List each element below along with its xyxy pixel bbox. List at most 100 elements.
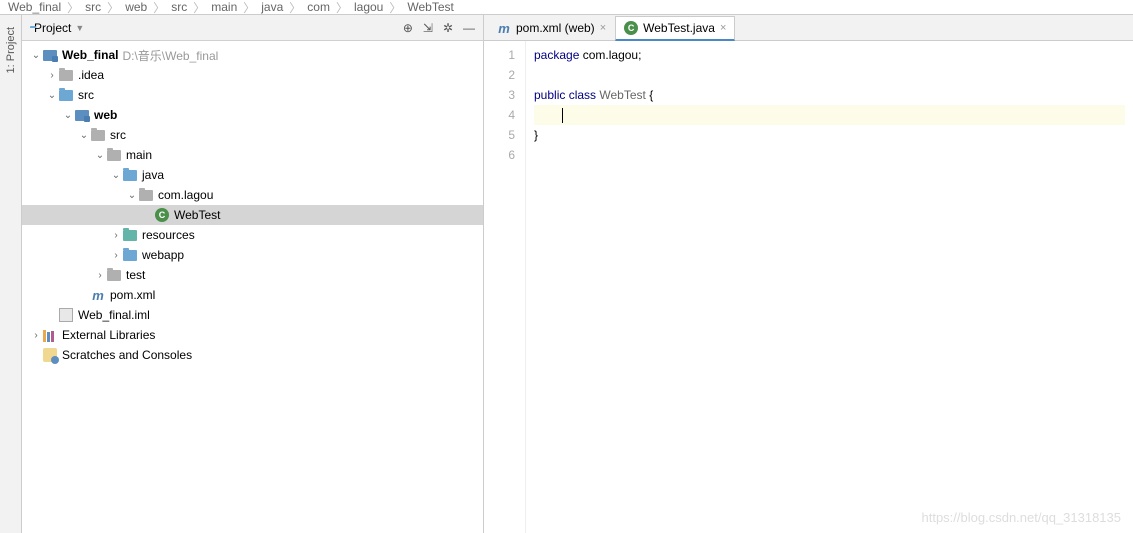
folder-icon <box>122 227 138 243</box>
code-line[interactable] <box>534 65 1125 85</box>
maven-icon: m <box>497 21 511 35</box>
tree-item-label: test <box>126 268 145 282</box>
breadcrumb-segment[interactable]: lagou <box>354 0 383 14</box>
chevron-right-icon[interactable]: › <box>30 330 42 341</box>
tree-item[interactable]: Web_final.iml <box>22 305 483 325</box>
project-tree[interactable]: ⌄Web_finalD:\音乐\Web_final›.idea⌄src⌄web⌄… <box>22 41 483 533</box>
code-editor[interactable]: 123456 package com.lagou; public class We… <box>484 41 1133 533</box>
editor-tabs: m pom.xml (web) × C WebTest.java × <box>484 15 1133 41</box>
chevron-down-icon[interactable]: ⌄ <box>30 50 42 61</box>
watermark: https://blog.csdn.net/qq_31318135 <box>922 510 1122 525</box>
chevron-down-icon[interactable]: ⌄ <box>78 130 90 141</box>
tree-item[interactable]: C WebTest <box>22 205 483 225</box>
close-icon[interactable]: × <box>720 22 726 34</box>
folder-icon <box>58 67 74 83</box>
tree-item-label: resources <box>142 228 195 242</box>
close-icon[interactable]: × <box>600 22 606 34</box>
tree-item[interactable]: m pom.xml <box>22 285 483 305</box>
editor-tab[interactable]: m pom.xml (web) × <box>488 15 615 40</box>
code-line[interactable]: package com.lagou; <box>534 45 1125 65</box>
tree-item-label: External Libraries <box>62 328 155 342</box>
chevron-right-icon[interactable]: › <box>94 270 106 281</box>
tree-item[interactable]: ⌄ web <box>22 105 483 125</box>
tree-item-path: D:\音乐\Web_final <box>122 47 218 64</box>
line-gutter: 123456 <box>484 41 526 533</box>
tree-item[interactable]: › .idea <box>22 65 483 85</box>
tree-item-label: Scratches and Consoles <box>62 348 192 362</box>
code-line[interactable]: } <box>534 125 1125 145</box>
tree-item[interactable]: ⌄ Web_final D:\音乐\Web_final <box>22 45 483 65</box>
folder-icon <box>122 167 138 183</box>
breadcrumb: Web_final〉src〉web〉src〉main〉java〉com〉lago… <box>0 0 1133 14</box>
chevron-down-icon[interactable]: ⌄ <box>62 110 74 121</box>
module-icon <box>42 47 58 63</box>
tool-window-bar-left: 1: Project <box>0 15 22 533</box>
project-panel-title: Project <box>34 21 71 35</box>
hide-icon[interactable]: — <box>463 21 475 35</box>
tree-item-label: pom.xml <box>110 288 155 302</box>
chevron-right-icon[interactable]: › <box>110 230 122 241</box>
tree-item-label: src <box>110 128 126 142</box>
breadcrumb-segment[interactable]: src <box>85 0 101 14</box>
tree-item-label: src <box>78 88 94 102</box>
breadcrumb-segment[interactable]: com <box>307 0 330 14</box>
tree-item-label: main <box>126 148 152 162</box>
project-tool-tab[interactable]: 1: Project <box>5 23 17 77</box>
chevron-right-icon[interactable]: › <box>110 250 122 261</box>
tree-item-label: webapp <box>142 248 184 262</box>
tree-item[interactable]: › External Libraries <box>22 325 483 345</box>
tree-item-label: Web_final <box>62 48 118 62</box>
breadcrumb-segment[interactable]: src <box>171 0 187 14</box>
collapse-icon[interactable]: ⇲ <box>423 21 433 35</box>
tree-item[interactable]: Scratches and Consoles <box>22 345 483 365</box>
breadcrumb-segment[interactable]: Web_final <box>8 0 61 14</box>
editor-tab[interactable]: C WebTest.java × <box>615 16 735 41</box>
tree-item[interactable]: › test <box>22 265 483 285</box>
chevron-down-icon[interactable]: ⌄ <box>110 170 122 181</box>
folder-icon <box>122 247 138 263</box>
chevron-down-icon[interactable]: ⌄ <box>94 150 106 161</box>
project-panel-header: Project ▼ ⊕ ⇲ ✲ — <box>22 15 483 41</box>
maven-icon: m <box>90 287 106 303</box>
folder-icon <box>106 147 122 163</box>
module-icon <box>74 107 90 123</box>
tree-item-label: com.lagou <box>158 188 213 202</box>
chevron-down-icon[interactable]: ▼ <box>75 23 84 33</box>
editor-panel: m pom.xml (web) × C WebTest.java × 123456 pac… <box>484 15 1133 533</box>
library-icon <box>42 327 58 343</box>
chevron-down-icon[interactable]: ⌄ <box>126 190 138 201</box>
tree-item[interactable]: ⌄ src <box>22 125 483 145</box>
editor-tab-label: pom.xml (web) <box>516 21 595 35</box>
breadcrumb-segment[interactable]: WebTest <box>407 0 453 14</box>
breadcrumb-segment[interactable]: web <box>125 0 147 14</box>
chevron-down-icon[interactable]: ⌄ <box>46 90 58 101</box>
breadcrumb-segment[interactable]: main <box>211 0 237 14</box>
project-panel: Project ▼ ⊕ ⇲ ✲ — ⌄ Web_final D:\音乐\Web_fi… <box>22 15 484 533</box>
code-content[interactable]: package com.lagou; public class WebTest {… <box>526 41 1133 533</box>
chevron-right-icon[interactable]: › <box>46 70 58 81</box>
code-line[interactable] <box>534 105 1125 125</box>
breadcrumb-segment[interactable]: java <box>261 0 283 14</box>
code-line[interactable] <box>534 145 1125 165</box>
tree-item-label: java <box>142 168 164 182</box>
tree-item-label: WebTest <box>174 208 220 222</box>
class-icon: C <box>154 207 170 223</box>
target-icon[interactable]: ⊕ <box>403 21 413 35</box>
tree-item-label: web <box>94 108 117 122</box>
code-line[interactable]: public class WebTest { <box>534 85 1125 105</box>
folder-icon <box>58 87 74 103</box>
tree-item[interactable]: ⌄ com.lagou <box>22 185 483 205</box>
folder-icon <box>106 267 122 283</box>
scratch-icon <box>42 347 58 363</box>
tree-item[interactable]: › webapp <box>22 245 483 265</box>
tree-item-label: .idea <box>78 68 104 82</box>
folder-icon <box>90 127 106 143</box>
tree-item[interactable]: ⌄ java <box>22 165 483 185</box>
iml-icon <box>58 307 74 323</box>
tree-item[interactable]: › resources <box>22 225 483 245</box>
gear-icon[interactable]: ✲ <box>443 21 453 35</box>
class-icon: C <box>624 21 638 35</box>
tree-item[interactable]: ⌄ src <box>22 85 483 105</box>
editor-tab-label: WebTest.java <box>643 21 715 35</box>
tree-item[interactable]: ⌄ main <box>22 145 483 165</box>
